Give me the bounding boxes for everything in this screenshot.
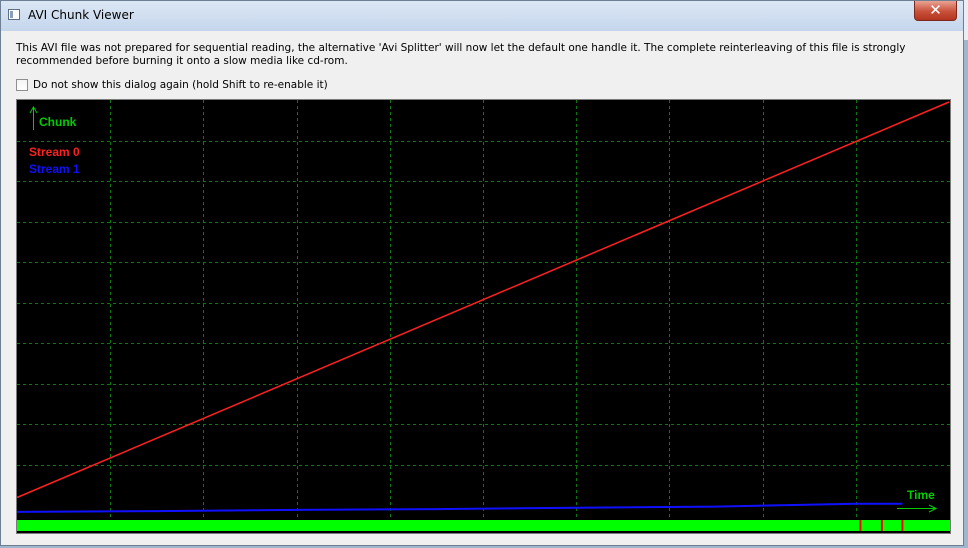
do-not-show-checkbox[interactable] <box>16 79 28 91</box>
y-axis-label: Chunk <box>39 115 77 129</box>
chunk-chart-svg: Chunk Time Stream 0 Stream 1 <box>17 100 950 531</box>
series-line-stream-1 <box>17 502 903 513</box>
legend-entry-stream-0: Stream 0 <box>29 145 80 159</box>
x-axis-label: Time <box>907 488 935 502</box>
close-icon: ✕ <box>929 1 942 19</box>
warning-message: This AVI file was not prepared for seque… <box>16 42 906 67</box>
do-not-show-label: Do not show this dialog again (hold Shif… <box>33 79 328 91</box>
chunk-chart: Chunk Time Stream 0 Stream 1 <box>16 99 951 534</box>
close-button[interactable]: ✕ <box>914 1 957 21</box>
chunk-bar <box>17 520 950 531</box>
title-bar[interactable]: AVI Chunk Viewer ✕ <box>1 1 963 31</box>
legend-entry-stream-1: Stream 1 <box>29 162 80 176</box>
do-not-show-option[interactable]: Do not show this dialog again (hold Shif… <box>16 78 328 92</box>
window-icon <box>8 9 20 20</box>
avi-chunk-viewer-dialog: AVI Chunk Viewer ✕ This AVI file was not… <box>0 0 964 546</box>
window-title: AVI Chunk Viewer <box>28 8 134 22</box>
